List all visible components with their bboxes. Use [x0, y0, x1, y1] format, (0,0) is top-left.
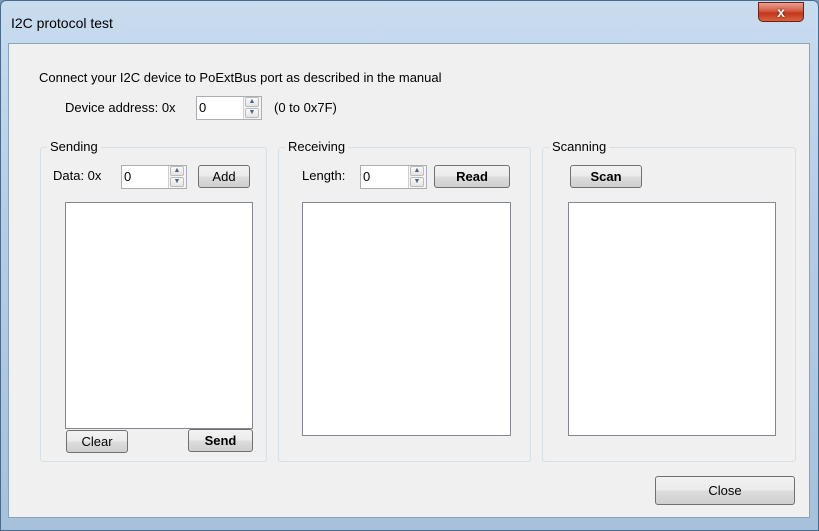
length-label: Length: — [302, 168, 346, 183]
dialog-client-area: Connect your I2C device to PoExtBus port… — [8, 43, 810, 518]
add-button[interactable]: Add — [198, 165, 250, 188]
device-address-range-hint: (0 to 0x7F) — [274, 100, 337, 115]
down-arrow-icon[interactable]: ▼ — [170, 177, 184, 187]
up-arrow-icon[interactable]: ▲ — [410, 166, 424, 176]
window-title: I2C protocol test — [11, 15, 113, 31]
sending-group: Sending Data: 0x 0 ▲ ▼ Add Clear Send — [40, 139, 267, 462]
clear-button[interactable]: Clear — [66, 430, 128, 453]
sending-group-title: Sending — [47, 139, 101, 154]
i2c-dialog-window: I2C protocol test x Connect your I2C dev… — [0, 0, 819, 531]
window-close-button[interactable]: x — [758, 2, 804, 22]
receiving-group-title: Receiving — [285, 139, 349, 154]
instruction-text: Connect your I2C device to PoExtBus port… — [39, 70, 442, 85]
close-button[interactable]: Close — [655, 476, 795, 505]
data-spin-buttons[interactable]: ▲ ▼ — [168, 166, 186, 188]
send-button[interactable]: Send — [188, 429, 253, 452]
device-address-label: Device address: 0x — [65, 100, 176, 115]
up-arrow-icon[interactable]: ▲ — [170, 166, 184, 176]
close-icon: x — [777, 4, 785, 20]
send-data-list[interactable] — [65, 202, 253, 429]
receiving-group: Receiving Length: 0 ▲ ▼ Read — [278, 139, 531, 462]
data-spinner[interactable]: 0 ▲ ▼ — [121, 165, 187, 189]
device-address-spinner[interactable]: 0 ▲ ▼ — [196, 96, 262, 120]
length-value[interactable]: 0 — [363, 169, 370, 184]
scanning-group: Scanning Scan — [542, 139, 796, 462]
up-arrow-icon[interactable]: ▲ — [245, 97, 259, 107]
down-arrow-icon[interactable]: ▼ — [245, 108, 259, 118]
received-data-list[interactable] — [302, 202, 511, 436]
scan-results-list[interactable] — [568, 202, 776, 436]
length-spin-buttons[interactable]: ▲ ▼ — [408, 166, 426, 188]
read-button[interactable]: Read — [434, 165, 510, 188]
data-value[interactable]: 0 — [124, 169, 131, 184]
device-address-spin-buttons[interactable]: ▲ ▼ — [243, 97, 261, 119]
title-bar[interactable]: I2C protocol test x — [1, 1, 818, 41]
device-address-value[interactable]: 0 — [199, 100, 206, 115]
data-label: Data: 0x — [53, 168, 102, 183]
down-arrow-icon[interactable]: ▼ — [410, 177, 424, 187]
scanning-group-title: Scanning — [549, 139, 610, 154]
scan-button[interactable]: Scan — [570, 165, 642, 188]
length-spinner[interactable]: 0 ▲ ▼ — [360, 165, 427, 189]
